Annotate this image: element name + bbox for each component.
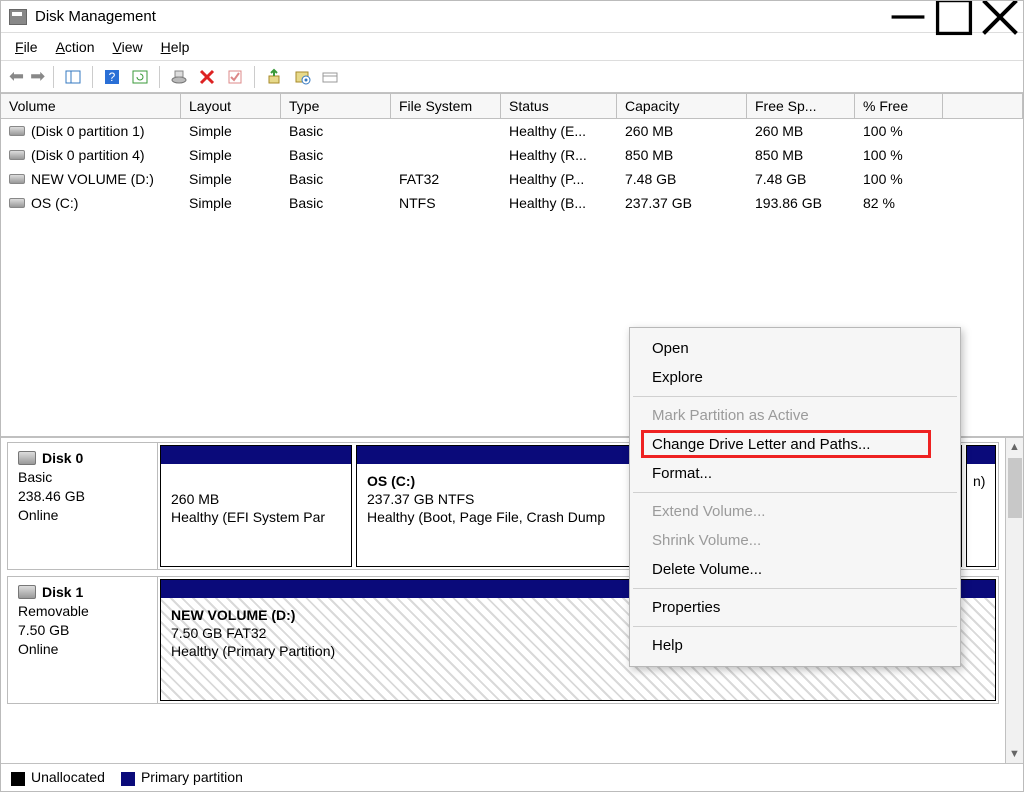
disk0-info[interactable]: Disk 0 Basic 238.46 GB Online xyxy=(8,443,158,569)
ctx-help[interactable]: Help xyxy=(630,631,960,660)
minimize-button[interactable] xyxy=(885,1,931,33)
volume-list-header: Volume Layout Type File System Status Ca… xyxy=(1,93,1023,119)
col-layout[interactable]: Layout xyxy=(181,93,281,118)
scroll-down-icon[interactable]: ▼ xyxy=(1006,745,1023,763)
volume-row[interactable]: OS (C:) Simple Basic NTFS Healthy (B... … xyxy=(1,191,1023,215)
forward-button[interactable]: ➡ xyxy=(28,66,47,87)
disk-management-window: Disk Management File Action View Help ⬅ … xyxy=(0,0,1024,792)
show-hide-tree-button[interactable] xyxy=(60,65,86,89)
help-button[interactable]: ? xyxy=(99,65,125,89)
disk-icon xyxy=(18,451,36,465)
volume-icon xyxy=(9,174,25,184)
app-icon xyxy=(9,9,27,25)
maximize-button[interactable] xyxy=(931,1,977,33)
legend: Unallocated Primary partition xyxy=(1,763,1023,791)
legend-unallocated: Unallocated xyxy=(11,769,105,785)
scroll-thumb[interactable] xyxy=(1008,458,1022,518)
legend-primary: Primary partition xyxy=(121,769,243,785)
col-capacity[interactable]: Capacity xyxy=(617,93,747,118)
ctx-open[interactable]: Open xyxy=(630,334,960,363)
properties-button[interactable] xyxy=(222,65,248,89)
menu-help[interactable]: Help xyxy=(161,39,190,55)
menu-file[interactable]: File xyxy=(15,39,38,55)
volume-row[interactable]: (Disk 0 partition 1) Simple Basic Health… xyxy=(1,119,1023,143)
volume-icon xyxy=(9,150,25,160)
disk1-info[interactable]: Disk 1 Removable 7.50 GB Online xyxy=(8,577,158,703)
scroll-up-icon[interactable]: ▲ xyxy=(1006,438,1023,456)
menu-action[interactable]: Action xyxy=(56,39,95,55)
col-filesystem[interactable]: File System xyxy=(391,93,501,118)
spacer-icon xyxy=(317,65,343,89)
context-menu: Open Explore Mark Partition as Active Ch… xyxy=(629,327,961,667)
volume-row[interactable]: (Disk 0 partition 4) Simple Basic Health… xyxy=(1,143,1023,167)
ctx-delete[interactable]: Delete Volume... xyxy=(630,555,960,584)
close-button[interactable] xyxy=(977,1,1023,33)
partition-disk0-p4[interactable]: n) xyxy=(966,445,996,567)
disk-icon xyxy=(18,585,36,599)
col-freespace[interactable]: Free Sp... xyxy=(747,93,855,118)
ctx-shrink: Shrink Volume... xyxy=(630,526,960,555)
col-type[interactable]: Type xyxy=(281,93,391,118)
vertical-scrollbar[interactable]: ▲ ▼ xyxy=(1005,438,1023,763)
menu-view[interactable]: View xyxy=(113,39,143,55)
detach-vhd-button[interactable] xyxy=(289,65,315,89)
attach-vhd-button[interactable] xyxy=(261,65,287,89)
col-status[interactable]: Status xyxy=(501,93,617,118)
ctx-mark-active: Mark Partition as Active xyxy=(630,401,960,430)
partition-disk0-p1[interactable]: 260 MB Healthy (EFI System Par xyxy=(160,445,352,567)
col-volume[interactable]: Volume xyxy=(1,93,181,118)
delete-button[interactable] xyxy=(194,65,220,89)
ctx-properties[interactable]: Properties xyxy=(630,593,960,622)
volume-row[interactable]: NEW VOLUME (D:) Simple Basic FAT32 Healt… xyxy=(1,167,1023,191)
rescan-disks-button[interactable] xyxy=(166,65,192,89)
highlight-change-drive-letter xyxy=(641,430,931,458)
volume-icon xyxy=(9,198,25,208)
menubar: File Action View Help xyxy=(1,33,1023,61)
ctx-extend: Extend Volume... xyxy=(630,497,960,526)
back-button[interactable]: ⬅ xyxy=(7,66,26,87)
toolbar: ⬅ ➡ ? xyxy=(1,61,1023,93)
refresh-button[interactable] xyxy=(127,65,153,89)
ctx-format[interactable]: Format... xyxy=(630,459,960,488)
ctx-explore[interactable]: Explore xyxy=(630,363,960,392)
svg-text:?: ? xyxy=(109,70,116,84)
col-pctfree[interactable]: % Free xyxy=(855,93,943,118)
col-spacer xyxy=(943,93,1023,118)
window-title: Disk Management xyxy=(35,8,885,25)
titlebar: Disk Management xyxy=(1,1,1023,33)
volume-icon xyxy=(9,126,25,136)
